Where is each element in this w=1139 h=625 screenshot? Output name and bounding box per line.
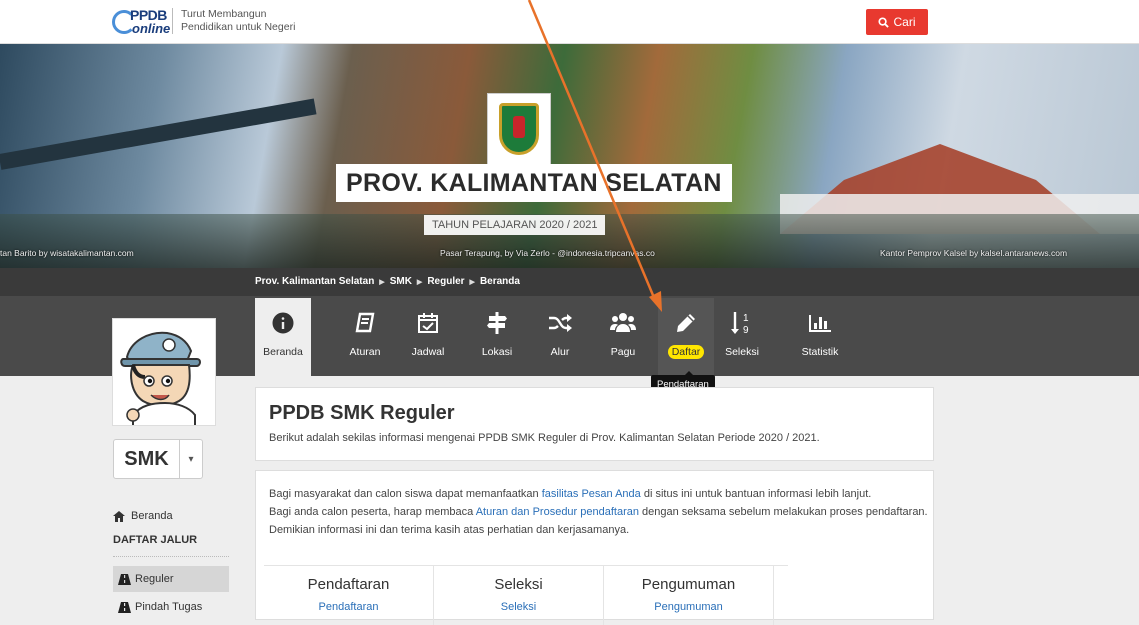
info-icon — [272, 312, 294, 334]
nav-beranda[interactable]: Beranda — [255, 298, 311, 376]
road-icon — [118, 573, 131, 585]
nav-label-highlighted: Daftar — [667, 345, 705, 359]
page-subtitle: Berikut adalah sekilas informasi mengena… — [269, 432, 820, 444]
nav-seleksi[interactable]: 19 Seleksi — [714, 298, 770, 376]
nav-alur[interactable]: Alur — [532, 298, 588, 376]
quick-links: Pendaftaran Pendaftaran Seleksi Seleksi … — [264, 565, 788, 625]
breadcrumb: Prov. Kalimantan Selatan ▶ SMK ▶ Reguler… — [255, 276, 520, 287]
sidebar-divider — [113, 556, 229, 557]
pesan-anda-link[interactable]: fasilitas Pesan Anda — [542, 488, 641, 500]
sidebar-item-pindah-tugas[interactable]: Pindah Tugas — [113, 594, 229, 620]
tile-title: Pengumuman — [641, 576, 736, 593]
photo-credit-center: Pasar Terapung, by Via Zerlo - @indonesi… — [440, 248, 655, 258]
academic-year: TAHUN PELAJARAN 2020 / 2021 — [424, 215, 606, 235]
sidebar-item-label: Reguler — [135, 573, 174, 585]
shield-icon — [499, 103, 539, 155]
info-text: Bagi masyarakat dan calon siswa dapat me… — [269, 485, 929, 539]
level-select[interactable]: SMK ▾ — [113, 439, 203, 479]
nav-label: Beranda — [263, 346, 303, 358]
province-title: PROV. KALIMANTAN SELATAN — [336, 164, 732, 202]
ppdb-logo[interactable]: PPDB online — [112, 7, 171, 38]
photo-credit-right: Kantor Pemprov Kalsel by kalsel.antarane… — [880, 248, 1068, 258]
bar-chart-icon — [809, 315, 831, 332]
search-button[interactable]: Cari — [866, 9, 928, 35]
nav-pagu[interactable]: Pagu — [595, 298, 651, 376]
avatar — [112, 318, 216, 426]
student-cartoon-icon — [120, 331, 201, 425]
calendar-check-icon — [418, 313, 438, 333]
tile-pendaftaran: Pendaftaran Pendaftaran — [264, 566, 434, 625]
info-text-part: di situs ini untuk bantuan informasi leb… — [640, 488, 872, 500]
nav-label: Pagu — [610, 346, 636, 358]
users-icon — [610, 313, 636, 332]
highlight-mark: Daftar — [667, 345, 705, 359]
tile-title: Pendaftaran — [307, 576, 390, 593]
tile-seleksi: Seleksi Seleksi — [434, 566, 604, 625]
banner-bridge — [0, 98, 317, 170]
nav-jadwal[interactable]: Jadwal — [400, 298, 456, 376]
shuffle-icon — [549, 314, 572, 332]
nav-label: Jadwal — [411, 346, 445, 358]
breadcrumb-current: Beranda — [479, 276, 520, 287]
tile-title: Seleksi — [494, 576, 543, 593]
sidebar-item-reguler[interactable]: Reguler — [113, 566, 229, 592]
nav-label: Alur — [550, 346, 570, 358]
breadcrumb-bar: Prov. Kalimantan Selatan ▶ SMK ▶ Reguler… — [0, 268, 1139, 296]
breadcrumb-province[interactable]: Prov. Kalimantan Selatan — [255, 276, 374, 287]
sidebar-item-label: Pindah Tugas — [135, 601, 203, 613]
tagline-line-1: Turut Membangun — [181, 8, 267, 20]
search-icon — [878, 16, 890, 28]
svg-text:1: 1 — [743, 313, 749, 324]
aturan-prosedur-link[interactable]: Aturan dan Prosedur pendaftaran — [476, 506, 639, 518]
nav-label: Aturan — [349, 346, 381, 358]
search-button-label: Cari — [893, 15, 916, 29]
nav-daftar[interactable]: Daftar — [658, 298, 714, 376]
info-card: Bagi masyarakat dan calon siswa dapat me… — [255, 470, 934, 625]
caret-right-icon: ▶ — [469, 278, 475, 286]
pencil-icon — [677, 314, 695, 332]
caret-right-icon: ▶ — [379, 278, 385, 286]
signpost-icon — [487, 312, 507, 334]
tagline: Turut Membangun Pendidikan untuk Negeri — [172, 8, 295, 34]
info-text-part: Bagi anda calon peserta, harap membaca — [269, 506, 476, 518]
hero-banner: PROV. KALIMANTAN SELATAN TAHUN PELAJARAN… — [0, 44, 1139, 268]
nav-label: Seleksi — [725, 346, 759, 358]
caret-right-icon: ▶ — [416, 278, 423, 286]
nav-aturan[interactable]: Aturan — [337, 298, 393, 376]
sidebar-home-label: Beranda — [131, 510, 173, 522]
photo-credit-left: tan Barito by wisatakalimantan.com — [0, 248, 134, 258]
home-icon — [113, 510, 125, 522]
caret-down-icon[interactable]: ▾ — [180, 440, 202, 478]
nav-label: Lokasi — [481, 346, 513, 358]
sidebar-section-title: DAFTAR JALUR — [113, 534, 198, 546]
intro-card: PPDB SMK Reguler Berikut adalah sekilas … — [255, 387, 934, 461]
tile-link[interactable]: Pengumuman — [604, 601, 773, 613]
nav-lokasi[interactable]: Lokasi — [469, 298, 525, 376]
nav-statistik[interactable]: Statistik — [792, 298, 848, 376]
level-select-value: SMK — [114, 440, 180, 478]
page-title: PPDB SMK Reguler — [269, 402, 455, 424]
info-text-part: Bagi masyarakat dan calon siswa dapat me… — [269, 488, 542, 500]
province-emblem — [487, 93, 551, 165]
road-icon — [118, 601, 131, 613]
tagline-line-2: Pendidikan untuk Negeri — [181, 21, 296, 33]
sidebar-home-link[interactable]: Beranda — [113, 510, 173, 522]
nav-label: Statistik — [801, 346, 839, 358]
tile-link[interactable]: Pendaftaran — [264, 601, 433, 613]
svg-text:9: 9 — [743, 325, 749, 335]
top-bar: PPDB online Turut Membangun Pendidikan u… — [0, 0, 1139, 44]
breadcrumb-level[interactable]: SMK — [390, 276, 412, 287]
tile-link[interactable]: Seleksi — [434, 601, 603, 613]
tile-pengumuman: Pengumuman Pengumuman — [604, 566, 774, 625]
breadcrumb-track[interactable]: Reguler — [427, 276, 464, 287]
book-icon — [355, 312, 375, 333]
sort-numeric-icon: 19 — [731, 312, 749, 335]
logo-subtext: online — [132, 21, 171, 36]
